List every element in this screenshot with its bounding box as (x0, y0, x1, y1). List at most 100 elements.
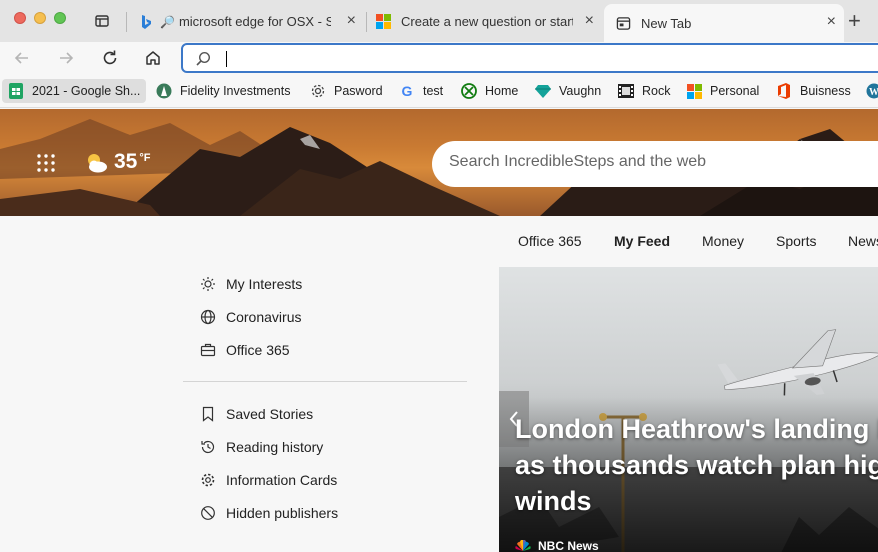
window-close-button[interactable] (14, 12, 26, 24)
bookmark-label: Pasword (334, 84, 383, 98)
google-sheets-icon (8, 83, 24, 99)
magnifier-icon: 🔎 (160, 14, 175, 29)
partly-cloudy-icon (88, 154, 107, 173)
card-headline[interactable]: London Heathrow's landing hit as thousan… (515, 411, 878, 519)
briefcase-icon (199, 341, 217, 359)
menu-divider (183, 381, 467, 382)
bookmark-icon (199, 405, 217, 423)
menu-label: Coronavirus (226, 309, 302, 325)
bookmark-home[interactable]: Home (461, 79, 518, 103)
bookmark-wordpress[interactable]: W (866, 79, 878, 103)
bookmark-personal[interactable]: Personal (687, 79, 759, 103)
window-minimize-button[interactable] (34, 12, 46, 24)
office-icon (776, 83, 792, 99)
xbox-icon (461, 83, 477, 99)
bookmark-label: Personal (710, 84, 760, 98)
close-tab-icon[interactable]: × (347, 13, 356, 29)
bookmarks-bar: 2021 - Google Sh... Fidelity Investments… (0, 74, 878, 108)
bookmark-2021-google-sheets[interactable]: 2021 - Google Sh... (2, 79, 147, 103)
bookmark-label: Vaughn (559, 84, 602, 98)
back-arrow-icon (14, 52, 28, 64)
back-button[interactable] (9, 46, 35, 70)
tab-separator (126, 12, 127, 32)
refresh-icon (103, 50, 117, 65)
address-bar[interactable] (181, 43, 878, 73)
source-name: NBC News (538, 539, 599, 552)
home-button[interactable] (140, 46, 166, 70)
new-tab-button[interactable]: + (848, 8, 861, 34)
tab-microsoft-question[interactable]: Create a new question or start × (368, 5, 602, 38)
bookmark-label: 2021 - Google Sh... (32, 84, 141, 98)
tab-strip: 🔎 microsoft edge for OSX - S × Create a … (0, 0, 878, 42)
bookmark-pasword[interactable]: Pasword (310, 79, 383, 103)
bookmark-vaughn[interactable]: Vaughn (535, 79, 601, 103)
app-launcher-button[interactable] (36, 153, 56, 173)
menu-label: Information Cards (226, 472, 338, 488)
forward-button[interactable] (53, 46, 79, 70)
window-maximize-button[interactable] (54, 12, 66, 24)
menu-label: Hidden publishers (226, 505, 339, 521)
bookmark-fidelity-investments[interactable]: Fidelity Investments (156, 79, 290, 103)
home-icon (146, 51, 160, 65)
hero-banner: 35 °F (0, 109, 878, 216)
refresh-button[interactable] (97, 46, 123, 70)
bookmark-label: Fidelity Investments (180, 84, 291, 98)
bookmark-buisness[interactable]: Buisness (776, 79, 851, 103)
gear-icon (310, 83, 326, 99)
tab-office-365[interactable]: Office 365 (518, 233, 582, 249)
weather-widget[interactable]: 35 °F (84, 147, 150, 175)
gear-icon (199, 471, 217, 489)
tab-label: microsoft edge for OSX - S (178, 14, 331, 29)
tab-my-feed[interactable]: My Feed (614, 233, 670, 249)
menu-hidden-publishers[interactable]: Hidden publishers (199, 503, 338, 523)
menu-label: Saved Stories (226, 406, 314, 422)
google-icon: G (401, 83, 413, 99)
menu-coronavirus[interactable]: Coronavirus (199, 307, 301, 327)
bookmark-label: Rock (642, 84, 671, 98)
bookmark-test[interactable]: G test (399, 79, 444, 103)
history-icon (199, 438, 217, 456)
temperature-value: 35 (114, 150, 138, 173)
tab-new-tab[interactable]: New Tab × (604, 4, 844, 42)
tab-bing-search[interactable]: 🔎 microsoft edge for OSX - S × (132, 5, 364, 38)
forward-arrow-icon (60, 52, 74, 64)
wordpress-icon: W (866, 83, 878, 99)
text-caret (226, 51, 227, 67)
menu-my-interests[interactable]: My Interests (199, 274, 302, 294)
nbc-peacock-icon (515, 540, 531, 551)
news-card[interactable]: London Heathrow's landing hit as thousan… (499, 267, 878, 552)
tab-actions-button[interactable] (90, 10, 114, 32)
web-search-input[interactable] (449, 153, 869, 171)
app-grid-icon (37, 154, 55, 172)
microsoft-icon (687, 83, 702, 99)
film-icon (618, 83, 634, 99)
gem-icon (535, 83, 551, 99)
web-search-box[interactable] (432, 141, 878, 187)
toolbar (0, 42, 878, 74)
menu-reading-history[interactable]: Reading history (199, 437, 323, 457)
menu-office-365[interactable]: Office 365 (199, 340, 290, 360)
sun-icon (199, 275, 217, 293)
tab-news[interactable]: News (848, 233, 878, 249)
temperature-unit: °F (139, 152, 151, 164)
svg-text:W: W (869, 87, 878, 98)
search-icon (196, 51, 211, 66)
new-tab-page-icon (616, 16, 631, 31)
menu-saved-stories[interactable]: Saved Stories (199, 404, 313, 424)
tab-label: New Tab (641, 15, 692, 31)
tab-money[interactable]: Money (702, 233, 744, 249)
card-source[interactable]: NBC News (515, 539, 599, 552)
tab-sports[interactable]: Sports (776, 233, 816, 249)
bing-icon (138, 14, 154, 30)
fidelity-icon (156, 83, 172, 99)
plus-icon: + (848, 8, 861, 33)
close-tab-icon[interactable]: × (827, 14, 836, 30)
menu-label: My Interests (226, 276, 303, 292)
tab-separator (366, 12, 367, 32)
bookmark-rock[interactable]: Rock (618, 79, 670, 103)
tab-label: Create a new question or start (401, 14, 573, 29)
menu-information-cards[interactable]: Information Cards (199, 470, 337, 490)
block-icon (199, 504, 217, 522)
microsoft-icon (376, 14, 391, 29)
close-tab-icon[interactable]: × (585, 13, 594, 29)
